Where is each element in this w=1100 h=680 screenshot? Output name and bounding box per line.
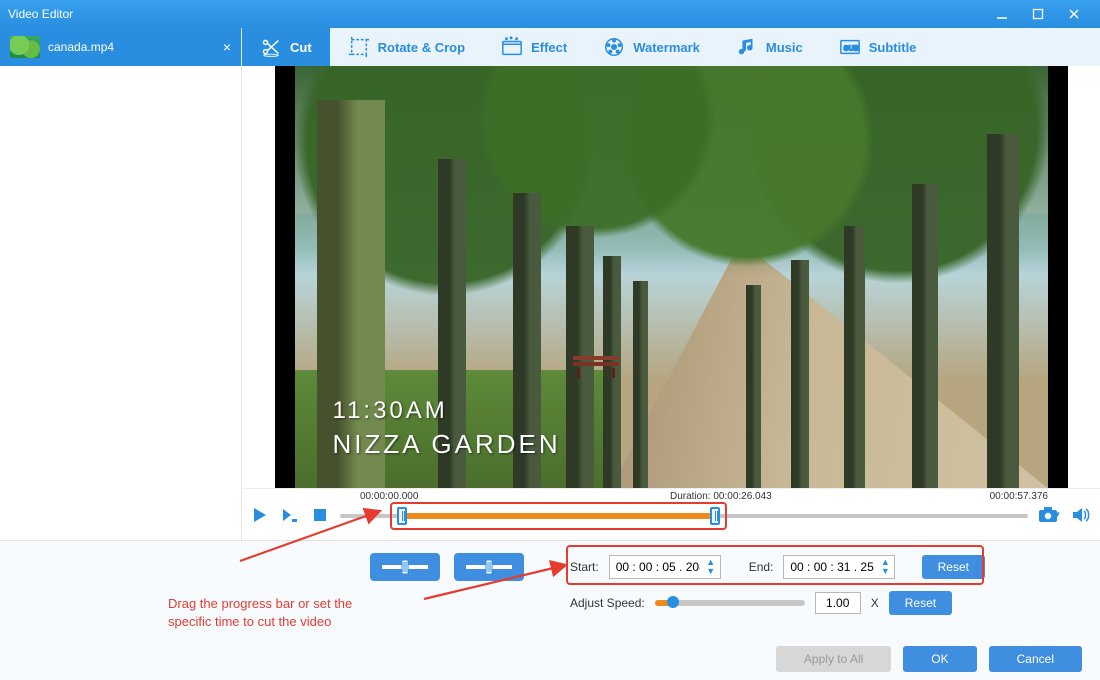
tab-rotate-label: Rotate & Crop bbox=[378, 40, 465, 55]
file-thumbnail bbox=[10, 36, 40, 58]
file-name: canada.mp4 bbox=[48, 40, 114, 54]
start-time-input[interactable] bbox=[612, 560, 704, 574]
cut-reset-button[interactable]: Reset bbox=[922, 555, 985, 579]
tab-effect[interactable]: Effect bbox=[483, 28, 585, 66]
speed-label: Adjust Speed: bbox=[570, 596, 645, 610]
tab-watermark[interactable]: Watermark bbox=[585, 28, 718, 66]
svg-text:SUB: SUB bbox=[843, 44, 858, 53]
start-label: Start: bbox=[570, 560, 599, 574]
scissors-icon bbox=[260, 36, 282, 58]
tab-music-label: Music bbox=[766, 40, 803, 55]
title-bar: Video Editor bbox=[0, 0, 1100, 28]
tab-subtitle[interactable]: SUB Subtitle bbox=[821, 28, 935, 66]
sidebar: canada.mp4 × bbox=[0, 28, 242, 540]
music-icon bbox=[736, 36, 758, 58]
speed-reset-button[interactable]: Reset bbox=[889, 591, 952, 615]
bench bbox=[573, 356, 619, 378]
ok-button[interactable]: OK bbox=[903, 646, 976, 672]
split-right-button[interactable] bbox=[454, 553, 524, 581]
speed-slider[interactable] bbox=[655, 600, 805, 606]
tab-effect-label: Effect bbox=[531, 40, 567, 55]
timeline-track[interactable] bbox=[340, 504, 1028, 526]
start-spin-down[interactable]: ▼ bbox=[704, 567, 718, 576]
play-next-button[interactable] bbox=[280, 505, 300, 525]
play-button[interactable] bbox=[250, 505, 270, 525]
effect-icon bbox=[501, 36, 523, 58]
tab-cut-label: Cut bbox=[290, 40, 312, 55]
video-overlay-text: 11:30AM NIZZA GARDEN bbox=[333, 397, 561, 460]
annotation-text: Drag the progress bar or set the specifi… bbox=[168, 595, 352, 630]
volume-button[interactable] bbox=[1070, 504, 1092, 526]
apply-all-button[interactable]: Apply to All bbox=[776, 646, 891, 672]
snapshot-button[interactable]: ▾ bbox=[1038, 504, 1060, 526]
stop-button[interactable] bbox=[310, 505, 330, 525]
timeline-handle-start[interactable] bbox=[397, 507, 407, 525]
end-label: End: bbox=[749, 560, 774, 574]
end-spin-down[interactable]: ▼ bbox=[878, 567, 892, 576]
tab-watermark-label: Watermark bbox=[633, 40, 700, 55]
maximize-button[interactable] bbox=[1020, 3, 1056, 25]
time-total: 00:00:57.376 bbox=[990, 491, 1048, 502]
tab-cut[interactable]: Cut bbox=[242, 28, 330, 66]
end-time-field[interactable]: ▲▼ bbox=[783, 555, 895, 579]
controls-panel: Start: ▲▼ End: ▲▼ Reset Adjust Speed: X … bbox=[0, 540, 1100, 638]
time-duration: Duration: 00:00:26.043 bbox=[670, 491, 772, 502]
speed-x: X bbox=[871, 596, 879, 610]
tab-subtitle-label: Subtitle bbox=[869, 40, 917, 55]
cancel-button[interactable]: Cancel bbox=[989, 646, 1082, 672]
preview-stage: 11:30AM NIZZA GARDEN bbox=[242, 66, 1100, 488]
close-button[interactable] bbox=[1056, 3, 1092, 25]
subtitle-icon: SUB bbox=[839, 36, 861, 58]
video-preview[interactable]: 11:30AM NIZZA GARDEN bbox=[295, 66, 1048, 488]
time-current: 00:00:00.000 bbox=[360, 491, 418, 502]
close-file-icon[interactable]: × bbox=[223, 39, 231, 55]
timeline-bar: 00:00:00.000 Duration: 00:00:26.043 00:0… bbox=[242, 488, 1100, 540]
timeline-handle-end[interactable] bbox=[710, 507, 720, 525]
toolbar: Cut Rotate & Crop Effect Watermark Music… bbox=[242, 28, 1100, 66]
crop-icon bbox=[348, 36, 370, 58]
start-time-field[interactable]: ▲▼ bbox=[609, 555, 721, 579]
tab-music[interactable]: Music bbox=[718, 28, 821, 66]
speed-value-input[interactable] bbox=[815, 592, 861, 614]
end-time-input[interactable] bbox=[786, 560, 878, 574]
tab-rotate-crop[interactable]: Rotate & Crop bbox=[330, 28, 483, 66]
minimize-button[interactable] bbox=[984, 3, 1020, 25]
split-left-button[interactable] bbox=[370, 553, 440, 581]
window-title: Video Editor bbox=[8, 7, 984, 21]
watermark-icon bbox=[603, 36, 625, 58]
footer: Apply to All OK Cancel bbox=[0, 638, 1100, 680]
file-tab[interactable]: canada.mp4 × bbox=[0, 28, 241, 66]
